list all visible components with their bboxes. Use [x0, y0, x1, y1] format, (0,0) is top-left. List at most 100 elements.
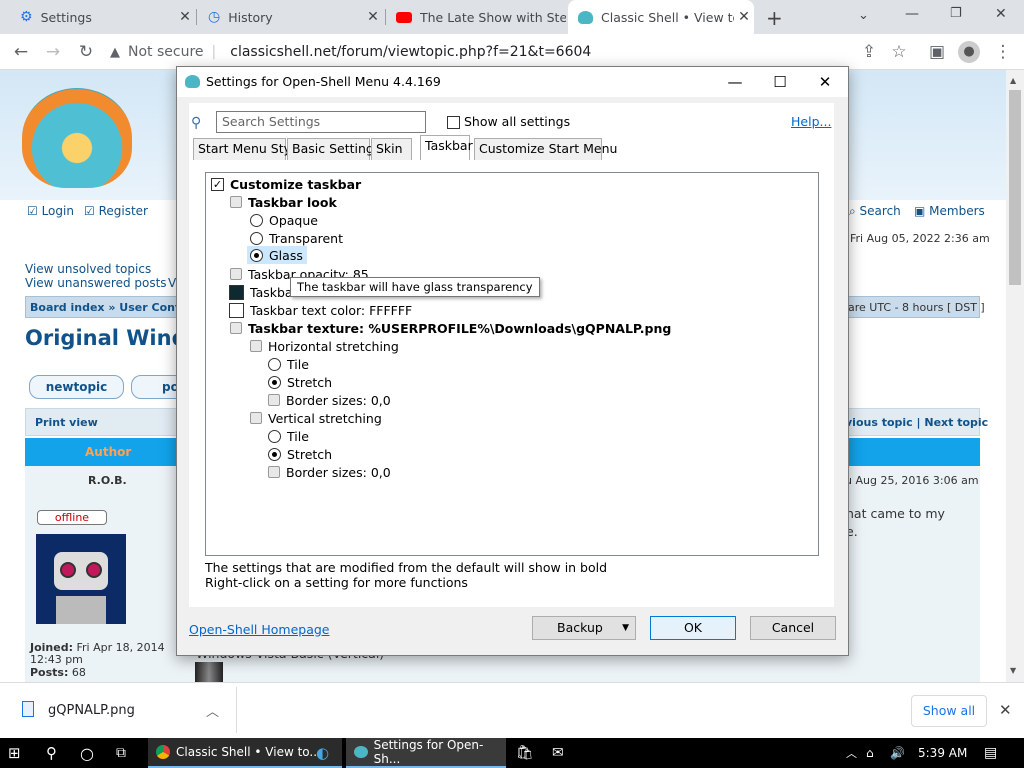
- windows-taskbar: ⊞ ⚲ ○ ⧉ Classic Shell • View to... ◐ Set…: [0, 738, 1024, 768]
- history-icon: ◷: [208, 9, 221, 25]
- new-tab-button[interactable]: +: [766, 6, 783, 30]
- browser-tab-bar: ⚙ Settings ✕ ◷ History ✕ The Late Show w…: [0, 0, 1024, 34]
- menu-icon[interactable]: ⋮: [992, 41, 1014, 63]
- cortana-icon[interactable]: ○: [80, 738, 94, 768]
- back-icon[interactable]: ←: [10, 41, 32, 63]
- tab-skin[interactable]: Skin: [371, 138, 412, 160]
- edge-icon[interactable]: ◐: [316, 738, 329, 768]
- settings-tree: ✓ Customize taskbar Taskbar look Opaque T…: [205, 172, 819, 556]
- author-posts: Posts: 68: [30, 666, 86, 679]
- unanswered-link[interactable]: View unanswered posts: [25, 276, 167, 290]
- print-view-link[interactable]: Print view: [35, 416, 98, 429]
- share-icon[interactable]: ⇪: [858, 41, 880, 63]
- download-file-name[interactable]: gQPNALP.png: [48, 703, 135, 718]
- dialog-titlebar[interactable]: Settings for Open-Shell Menu 4.4.169 — ☐…: [177, 67, 848, 97]
- chevron-up-icon[interactable]: ︿: [206, 701, 219, 720]
- tray-chevron-icon[interactable]: ︿: [846, 738, 857, 768]
- avatar: [36, 534, 126, 624]
- tab-taskbar[interactable]: Taskbar: [420, 135, 473, 160]
- store-icon[interactable]: 🛍: [516, 738, 534, 768]
- show-all-settings-checkbox[interactable]: Show all settings: [447, 114, 570, 129]
- gear-icon: ⚙: [20, 9, 33, 25]
- h-stretch-radio[interactable]: Stretch: [268, 373, 332, 391]
- tooltip: The taskbar will have glass transparency: [290, 277, 540, 297]
- close-icon[interactable]: ✕: [175, 9, 195, 25]
- taskbar-texture-setting[interactable]: Taskbar texture: %USERPROFILE%\Downloads…: [230, 319, 671, 337]
- members-link[interactable]: ▣ Members: [914, 204, 985, 218]
- sidebar-icon[interactable]: ▣: [926, 41, 948, 63]
- settings-dialog: Settings for Open-Shell Menu 4.4.169 — ☐…: [176, 66, 849, 656]
- volume-icon[interactable]: 🔊: [890, 738, 905, 768]
- v-stretch-radio[interactable]: Stretch: [268, 445, 332, 463]
- h-border-sizes-setting[interactable]: Border sizes: 0,0: [268, 391, 391, 409]
- tab-late-show[interactable]: The Late Show with Ste: [386, 0, 566, 34]
- forward-icon[interactable]: →: [42, 41, 64, 63]
- close-icon[interactable]: ✕: [734, 9, 754, 25]
- author-name[interactable]: R.O.B.: [88, 474, 127, 487]
- minimize-icon[interactable]: —: [905, 6, 919, 22]
- v-tile-radio[interactable]: Tile: [268, 427, 309, 445]
- breadcrumb[interactable]: Board index » User Conte: [30, 301, 188, 314]
- v-border-sizes-setting[interactable]: Border sizes: 0,0: [268, 463, 391, 481]
- show-all-button[interactable]: Show all: [911, 695, 987, 727]
- task-view-icon[interactable]: ⧉: [116, 738, 126, 768]
- unsolved-link[interactable]: View unsolved topics: [25, 262, 151, 276]
- taskbar-settings-item[interactable]: Settings for Open-Sh...: [346, 738, 506, 768]
- tab-start-menu-style[interactable]: Start Menu Style: [193, 138, 302, 160]
- dialog-tabs: Start Menu Style Basic Settings Skin Tas…: [193, 135, 633, 160]
- topic-nav-links[interactable]: vious topic | Next topic: [845, 416, 988, 429]
- ok-button[interactable]: OK: [650, 616, 736, 640]
- h-tile-radio[interactable]: Tile: [268, 355, 309, 373]
- warning-icon: ▲: [110, 44, 120, 60]
- restore-icon[interactable]: ❐: [950, 6, 962, 21]
- windows-start-icon[interactable]: ⊞: [8, 738, 30, 768]
- search-input[interactable]: Search Settings: [216, 111, 426, 133]
- reload-icon[interactable]: ↻: [75, 41, 97, 63]
- mail-icon[interactable]: ✉: [552, 738, 564, 768]
- new-topic-button[interactable]: newtopic: [29, 375, 124, 399]
- opaque-radio[interactable]: Opaque: [250, 211, 318, 229]
- notifications-icon[interactable]: ▤: [984, 738, 997, 768]
- search-link[interactable]: ⌕ Search: [849, 204, 901, 219]
- tab-customize-start-menu[interactable]: Customize Start Menu: [474, 138, 617, 160]
- bookmark-icon[interactable]: ☆: [888, 41, 910, 63]
- tab-history[interactable]: ◷ History ✕: [198, 0, 383, 34]
- minimize-icon[interactable]: —: [712, 67, 758, 97]
- network-icon[interactable]: ⌂: [866, 738, 874, 768]
- vertical-stretching-group[interactable]: Vertical stretching: [250, 409, 382, 427]
- post-date: u Aug 25, 2016 3:06 am: [845, 474, 979, 487]
- taskbar-look-group[interactable]: Taskbar look: [230, 193, 337, 211]
- cancel-button[interactable]: Cancel: [750, 616, 836, 640]
- horizontal-stretching-group[interactable]: Horizontal stretching: [250, 337, 399, 355]
- address-bar[interactable]: ▲ Not secure | classicshell.net/forum/vi…: [110, 38, 850, 66]
- homepage-link[interactable]: Open-Shell Homepage: [189, 622, 330, 637]
- profile-icon[interactable]: ●: [958, 41, 980, 63]
- close-icon[interactable]: ✕: [802, 67, 848, 97]
- tab-basic-settings[interactable]: Basic Settings: [287, 138, 380, 160]
- close-download-bar-icon[interactable]: ✕: [999, 701, 1012, 719]
- transparent-radio[interactable]: Transparent: [250, 229, 343, 247]
- close-window-icon[interactable]: ✕: [995, 6, 1007, 22]
- tab-classic-shell[interactable]: Classic Shell • View top ✕: [568, 0, 754, 34]
- url-text: classicshell.net/forum/viewtopic.php?f=2…: [230, 44, 592, 60]
- taskbar-chrome-item[interactable]: Classic Shell • View to...: [148, 738, 342, 768]
- vista-thumbnail[interactable]: [195, 662, 223, 682]
- taskbar-text-color-setting[interactable]: Taskbar text color: FFFFFF: [229, 301, 412, 319]
- glass-radio[interactable]: Glass: [247, 246, 307, 264]
- page-scrollbar[interactable]: ▲ ▼: [1006, 70, 1024, 682]
- clock[interactable]: 5:39 AM: [918, 738, 967, 768]
- more-link[interactable]: V: [168, 276, 176, 290]
- backup-button[interactable]: Backup ▼: [532, 616, 636, 640]
- login-link[interactable]: ☑ Login: [27, 204, 74, 218]
- post-text: hat came to my: [846, 506, 945, 521]
- maximize-icon[interactable]: ☐: [757, 67, 803, 97]
- tab-title: Classic Shell • View top: [601, 9, 734, 25]
- tab-settings[interactable]: ⚙ Settings ✕: [10, 0, 195, 34]
- help-link[interactable]: Help...: [791, 114, 831, 129]
- customize-taskbar-checkbox[interactable]: ✓ Customize taskbar: [211, 175, 361, 193]
- register-link[interactable]: ☑ Register: [84, 204, 148, 218]
- search-icon[interactable]: ⚲: [46, 738, 57, 768]
- tab-search-icon[interactable]: ⌄: [858, 8, 869, 23]
- taskbar-color-setting[interactable]: Taskbar: [229, 283, 298, 301]
- close-icon[interactable]: ✕: [363, 9, 383, 25]
